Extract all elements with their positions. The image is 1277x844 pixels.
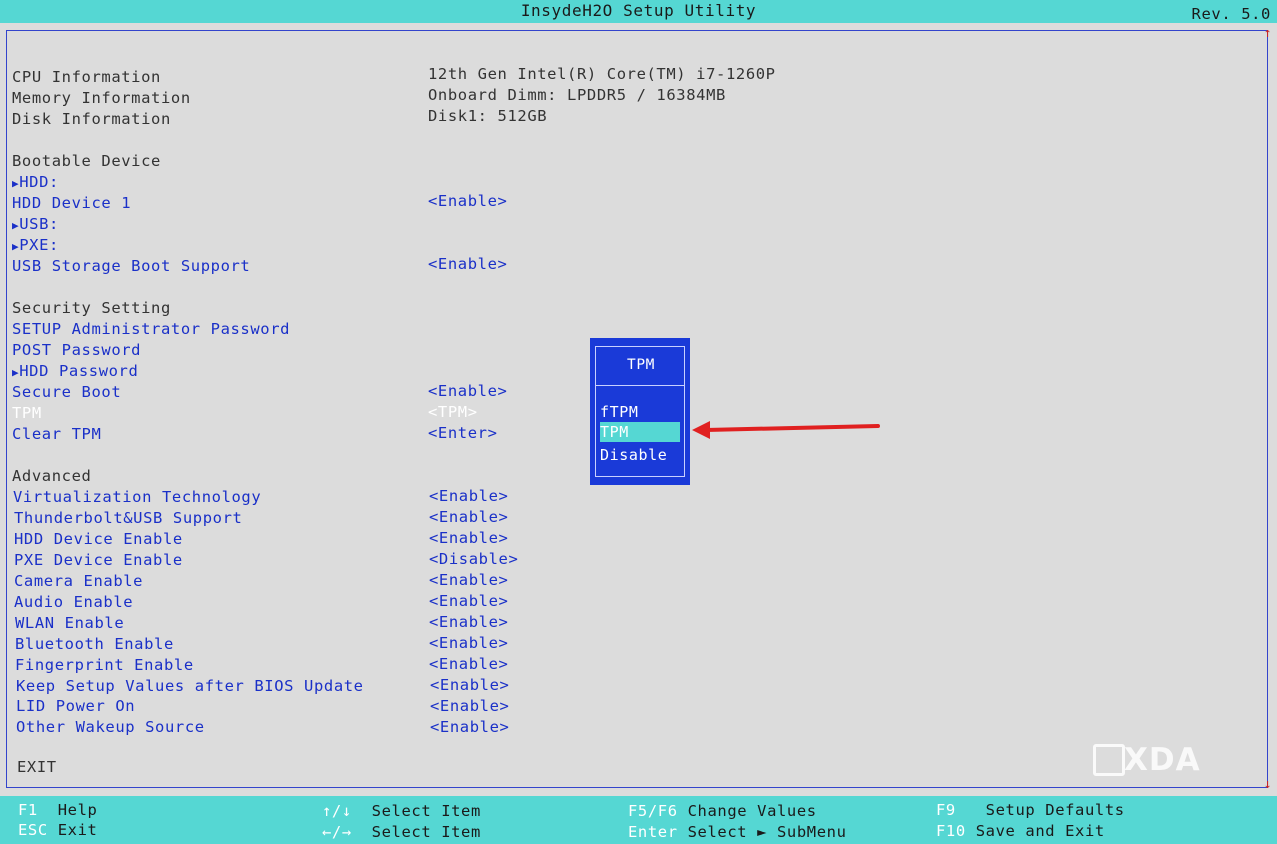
disk-info-value: Disk1: 512GB [428, 107, 548, 125]
popup-option-ftpm[interactable]: fTPM [600, 402, 639, 422]
menu-item-other-wakeup-source[interactable]: Other Wakeup Source [16, 717, 205, 737]
menu-item-wlan-enable[interactable]: WLAN Enable [15, 613, 124, 633]
revision-label: Rev. 5.0 [1191, 5, 1271, 23]
clear-tpm-value[interactable]: <Enter> [428, 423, 498, 443]
menu-item-fingerprint-enable[interactable]: Fingerprint Enable [15, 655, 194, 675]
menu-item-virtualization[interactable]: Virtualization Technology [13, 487, 261, 507]
help-enter: Enter Select ► SubMenu [628, 823, 847, 841]
usb-storage-boot-value[interactable]: <Enable> [428, 254, 507, 274]
menu-item-usb-storage-boot[interactable]: USB Storage Boot Support [12, 256, 250, 276]
memory-info-label: Memory Information [12, 89, 191, 107]
help-leftright: ←/→ Select Item [322, 823, 481, 841]
bluetooth-enable-value[interactable]: <Enable> [429, 633, 508, 653]
lid-power-on-value[interactable]: <Enable> [430, 696, 509, 716]
other-wakeup-source-value[interactable]: <Enable> [430, 717, 509, 737]
cpu-info-label: CPU Information [12, 68, 161, 86]
menu-item-pxe[interactable]: ▶PXE: [12, 235, 59, 255]
window-title: InsydeH2O Setup Utility [520, 1, 757, 20]
menu-item-hdd-password[interactable]: ▶HDD Password [12, 361, 138, 381]
popup-title: TPM [627, 357, 655, 373]
watermark-logo: XDA [1124, 742, 1201, 778]
help-bar: F1 Help ESC Exit ↑/↓ Select Item ←/→ Sel… [0, 796, 1277, 844]
fingerprint-enable-value[interactable]: <Enable> [429, 654, 508, 674]
title-bar: InsydeH2O Setup Utility Rev. 5.0 [0, 0, 1277, 23]
popup-title-box: TPM [595, 346, 685, 386]
audio-enable-value[interactable]: <Enable> [429, 591, 508, 611]
annotation-arrow-icon [692, 421, 880, 439]
menu-item-hdd-device-1[interactable]: HDD Device 1 [12, 193, 131, 213]
menu-item-setup-admin-password[interactable]: SETUP Administrator Password [12, 319, 290, 339]
hdd-device-1-value[interactable]: <Enable> [428, 191, 507, 211]
menu-item-keep-setup-values[interactable]: Keep Setup Values after BIOS Update [16, 676, 364, 696]
menu-item-post-password[interactable]: POST Password [12, 340, 141, 360]
help-updown: ↑/↓ Select Item [322, 802, 481, 820]
menu-item-clear-tpm[interactable]: Clear TPM [12, 424, 101, 444]
pxe-device-enable-value[interactable]: <Disable> [429, 549, 518, 569]
menu-item-thunderbolt-usb[interactable]: Thunderbolt&USB Support [14, 508, 242, 528]
cpu-info-value: 12th Gen Intel(R) Core(TM) i7-1260P [428, 65, 776, 83]
virtualization-value[interactable]: <Enable> [429, 486, 508, 506]
wlan-enable-value[interactable]: <Enable> [429, 612, 508, 632]
tpm-options-popup: TPM fTPM TPM Disable [590, 338, 690, 485]
keep-setup-values-value[interactable]: <Enable> [430, 675, 509, 695]
help-f9: F9 Setup Defaults [936, 801, 1125, 819]
menu-item-camera-enable[interactable]: Camera Enable [14, 571, 143, 591]
menu-item-usb[interactable]: ▶USB: [12, 214, 59, 234]
tpm-value[interactable]: <TPM> [428, 402, 478, 422]
help-esc: ESC Exit [18, 821, 98, 839]
scroll-up-icon[interactable]: ↑ [1264, 27, 1272, 40]
section-security-setting: Security Setting [12, 299, 171, 317]
hdd-device-enable-value[interactable]: <Enable> [429, 528, 508, 548]
menu-item-pxe-device-enable[interactable]: PXE Device Enable [14, 550, 183, 570]
menu-item-tpm[interactable]: TPM [12, 403, 42, 423]
help-f5f6: F5/F6 Change Values [628, 802, 817, 820]
menu-item-lid-power-on[interactable]: LID Power On [16, 696, 135, 716]
help-f10: F10 Save and Exit [936, 822, 1105, 840]
popup-option-tpm[interactable]: TPM [600, 422, 680, 442]
xda-logo-icon [1093, 744, 1125, 776]
camera-enable-value[interactable]: <Enable> [429, 570, 508, 590]
memory-info-value: Onboard Dimm: LPDDR5 / 16384MB [428, 86, 726, 104]
section-bootable-device: Bootable Device [12, 152, 161, 170]
thunderbolt-usb-value[interactable]: <Enable> [429, 507, 508, 527]
scroll-down-icon[interactable]: ↓ [1264, 778, 1272, 791]
menu-item-hdd-device-enable[interactable]: HDD Device Enable [14, 529, 183, 549]
disk-info-label: Disk Information [12, 110, 171, 128]
menu-item-hdd[interactable]: ▶HDD: [12, 172, 59, 192]
menu-item-audio-enable[interactable]: Audio Enable [14, 592, 133, 612]
help-f1: F1 Help [18, 801, 98, 819]
popup-option-disable[interactable]: Disable [600, 445, 667, 465]
section-advanced: Advanced [12, 467, 92, 485]
secure-boot-value[interactable]: <Enable> [428, 381, 507, 401]
menu-item-bluetooth-enable[interactable]: Bluetooth Enable [15, 634, 174, 654]
menu-item-secure-boot[interactable]: Secure Boot [12, 382, 121, 402]
menu-item-exit[interactable]: EXIT [17, 757, 57, 777]
